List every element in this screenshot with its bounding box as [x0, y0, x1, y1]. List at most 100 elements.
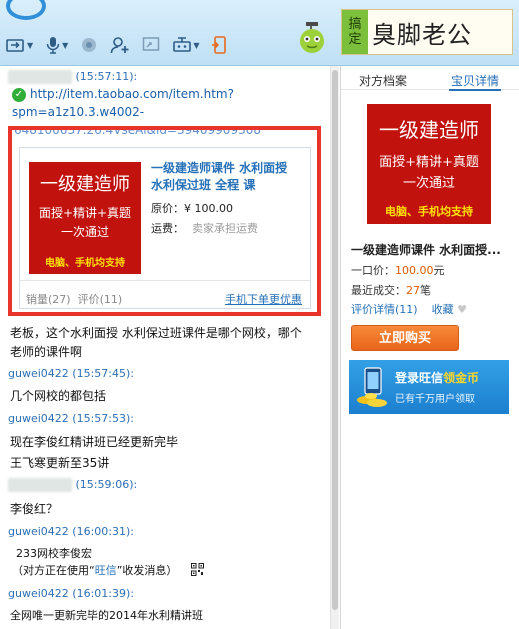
- message-text: 几个网校的都包括: [10, 389, 107, 403]
- message-time: (16:00:31):: [72, 525, 134, 538]
- detail-tabs: 对方档案 宝贝详情: [341, 66, 519, 91]
- tab-contact-profile[interactable]: 对方档案: [359, 72, 407, 89]
- message-text: 老板，这个水利面授 水利保过班课件是哪个网校，哪个: [10, 326, 302, 340]
- heart-icon[interactable]: ♥: [457, 303, 467, 316]
- promo-line: 一级建造师: [40, 174, 130, 195]
- message-sender-line: (15:57:11):: [8, 70, 137, 84]
- message-sender: guwei0422: [8, 412, 69, 425]
- app-store-button[interactable]: ▼: [172, 36, 199, 54]
- message-text: 233网校李俊宏: [16, 547, 92, 560]
- message-sender: guwei0422: [8, 525, 69, 538]
- robot-app-icon: [173, 37, 192, 52]
- product-thumbnail[interactable]: 一级建造师 面授+精讲+真题 一次通过 电脑、手机均支持: [29, 162, 141, 274]
- microphone-icon: [46, 37, 60, 54]
- message-time: (15:59:06):: [75, 478, 138, 491]
- item-url-link[interactable]: http://item.taobao.com/item.htm?: [30, 87, 234, 101]
- buy-now-button[interactable]: 立即购买: [351, 325, 459, 351]
- item-url-link-continued[interactable]: spm=a1z10.3.w4002-: [12, 105, 144, 119]
- product-card[interactable]: 一级建造师 面授+精讲+真题 一次通过 电脑、手机均支持 一级建造师课件 水利面…: [19, 147, 311, 309]
- review-details-link[interactable]: 评价详情(11): [351, 303, 418, 316]
- banner-subline: 已有千万用户领取: [395, 394, 475, 405]
- price-unit: 元: [433, 264, 445, 277]
- message-text: 王飞寒更新至35讲: [10, 456, 110, 470]
- message-status-line: （对方正在使用“旺信”收发消息）: [12, 562, 177, 578]
- aliwangwang-logo-icon: [6, 0, 46, 20]
- message-sender: guwei0422: [8, 587, 69, 600]
- ad-seal-char: 搞: [348, 17, 362, 32]
- sales-count: 销量(27): [26, 293, 71, 306]
- qr-code-icon[interactable]: [191, 563, 204, 576]
- chevron-down-icon: ▼: [27, 40, 34, 50]
- review-count: 评价(11): [77, 293, 123, 306]
- chat-scrollbar[interactable]: [330, 66, 339, 629]
- price-label: 一口价：: [351, 264, 395, 277]
- message-time: (15:57:53):: [72, 412, 134, 425]
- recent-sales-label: 最近成交：: [351, 284, 406, 297]
- message-text: 全网唯一更新完毕的2014年水利精讲班: [10, 609, 203, 622]
- ad-seal-char: 定: [348, 32, 362, 47]
- recent-sales-unit: 笔: [420, 284, 431, 297]
- chat-toolbar: ▼ ▼ ▼: [6, 34, 227, 56]
- message-sender-line: guwei0422 (15:57:53):: [8, 412, 134, 425]
- product-shipping: 运费： 卖家承担运费: [151, 220, 258, 236]
- message-text: 现在李俊红精讲班已经更新完毕: [10, 435, 179, 449]
- scroll-thumb[interactable]: [332, 70, 338, 610]
- add-contact-button[interactable]: [110, 36, 130, 54]
- mobile-order-link[interactable]: 手机下单更优惠: [225, 291, 302, 307]
- verified-check-icon: ✓: [12, 88, 26, 102]
- shipping-label: 运费：: [151, 222, 184, 235]
- voice-button[interactable]: ▼: [45, 36, 68, 54]
- sales-and-reviews: 销量(27) 评价(11): [26, 291, 122, 307]
- card-divider: [20, 280, 310, 281]
- banner-headline-text: 登录旺信: [395, 371, 444, 385]
- status-text: ”收发消息）: [116, 564, 178, 577]
- message-sender-line: guwei0422 (15:57:45):: [8, 367, 134, 380]
- message-sender-line: guwei0422 (16:00:31):: [8, 525, 134, 538]
- folder-transfer-icon: [6, 39, 24, 52]
- header-ad-banner[interactable]: 搞 定 臭脚老公: [341, 9, 513, 55]
- message-time: (15:57:11):: [75, 70, 138, 83]
- mascot-icon: [300, 22, 324, 53]
- promo-line: 面授+精讲+真题: [38, 206, 132, 220]
- promo-line: 一次通过: [402, 176, 455, 191]
- blurred-sender-name: [8, 70, 72, 84]
- message-sender-line: (15:59:06):: [8, 478, 137, 492]
- camera-icon: [82, 38, 97, 52]
- phone-coins-icon: [357, 367, 387, 407]
- promo-line: 电脑、手机均支持: [385, 205, 473, 218]
- mobile-phone-icon: [212, 36, 227, 54]
- chevron-down-icon: ▼: [193, 40, 200, 50]
- favorite-link[interactable]: 收藏: [432, 303, 454, 316]
- promo-line: 电脑、手机均支持: [45, 258, 125, 269]
- promo-line: 一级建造师: [379, 118, 479, 142]
- mobile-button[interactable]: [211, 36, 227, 54]
- message-text: 李俊红？: [10, 502, 59, 516]
- transfer-file-button[interactable]: ▼: [6, 37, 33, 53]
- promo-line: 面授+精讲+真题: [379, 155, 479, 170]
- tab-item-details[interactable]: 宝贝详情: [451, 72, 499, 89]
- item-image[interactable]: 一级建造师 面授+精讲+真题 一次通过 电脑、手机均支持: [367, 104, 491, 224]
- item-links: 评价详情(11) 收藏 ♥: [351, 301, 467, 317]
- status-text: （对方正在使用“: [12, 564, 95, 577]
- shipping-value: 卖家承担运费: [192, 222, 258, 235]
- banner-headline: 登录旺信领金币: [395, 369, 479, 386]
- remote-assist-button[interactable]: [142, 36, 160, 54]
- video-button[interactable]: [80, 36, 98, 54]
- promo-line: 一次通过: [60, 225, 109, 239]
- wangxin-link[interactable]: 旺信: [95, 564, 117, 577]
- recent-sales-count: 27: [406, 284, 420, 297]
- message-sender-line: guwei0422 (16:01:39):: [8, 587, 134, 600]
- ad-seal: 搞 定: [342, 10, 368, 54]
- message-time: (16:01:39):: [72, 587, 134, 600]
- chevron-down-icon: ▼: [62, 40, 69, 50]
- chat-window-header: ▼ ▼ ▼ 搞 定 臭脚老公: [0, 0, 519, 66]
- item-title-link[interactable]: 一级建造师课件 水利面授...: [351, 241, 501, 258]
- ad-text: 臭脚老公: [372, 20, 472, 49]
- message-time: (15:57:45):: [72, 367, 134, 380]
- message-text: 老师的课件啊: [10, 345, 83, 359]
- remote-screen-icon: [143, 37, 160, 51]
- wangxin-login-banner[interactable]: 登录旺信领金币 已有千万用户领取: [349, 360, 509, 414]
- price-label: 原价：: [151, 202, 184, 215]
- banner-headline-gold: 领金币: [443, 371, 480, 385]
- product-title-link[interactable]: 一级建造师课件 水利面授 水利保过班 全程 课: [151, 160, 301, 194]
